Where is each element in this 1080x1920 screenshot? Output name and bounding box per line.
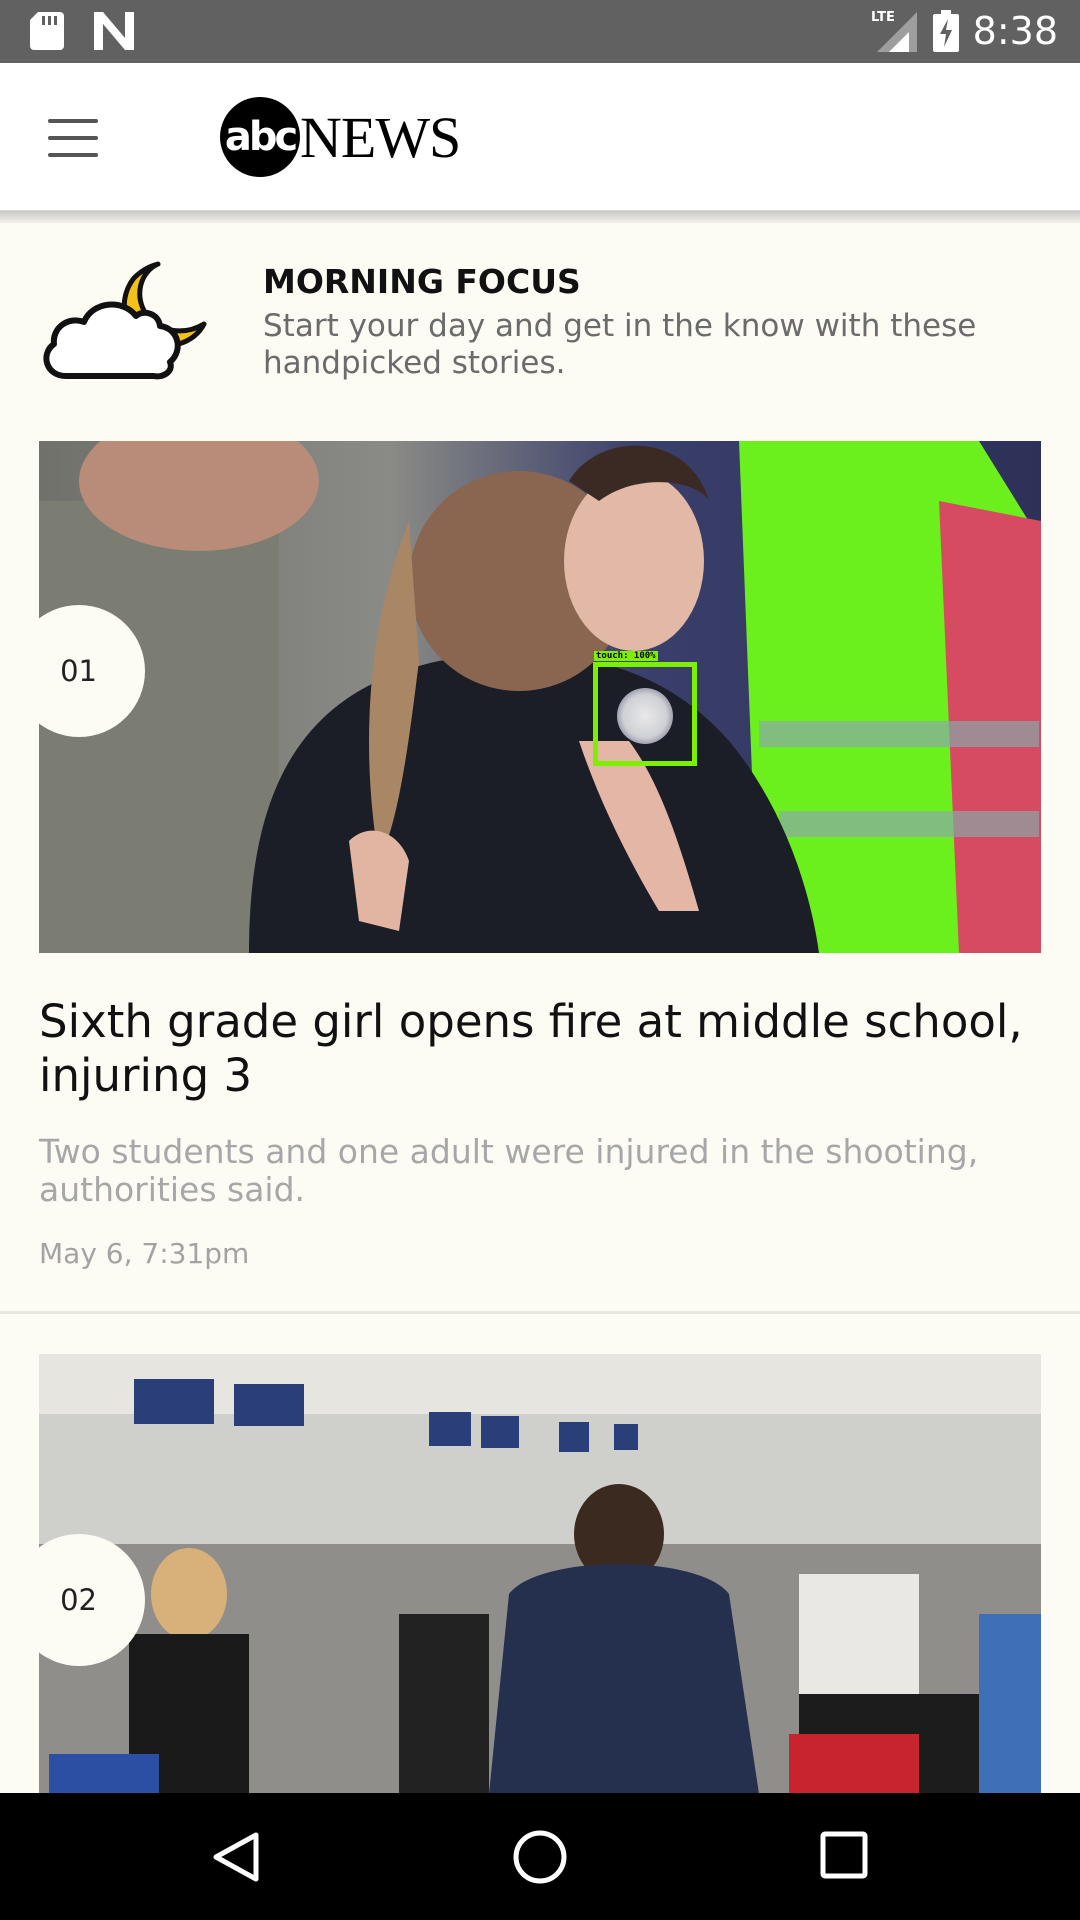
story-photo-airport — [39, 1354, 1041, 1794]
touch-indicator-label: touch: 100% — [594, 651, 658, 661]
hamburger-menu-icon[interactable] — [40, 113, 106, 163]
battery-charging-icon — [932, 10, 959, 52]
svg-text:LTE: LTE — [871, 10, 895, 25]
story-photo-hug — [39, 441, 1041, 953]
story-divider — [0, 1311, 1080, 1314]
app-bar: abc NEWS — [0, 63, 1080, 211]
n-icon — [94, 12, 134, 50]
sd-card-icon — [30, 12, 64, 50]
moon-cloud-icon — [43, 261, 207, 380]
morning-focus-header: MORNING FOCUS Start your day and get in … — [0, 224, 1080, 414]
status-bar: LTE 8:38 — [0, 0, 1080, 63]
touch-indicator-box — [593, 662, 697, 766]
logo-news: NEWS — [300, 104, 461, 170]
back-icon[interactable] — [212, 1831, 260, 1883]
status-right-icons: LTE 8:38 — [871, 8, 1058, 54]
logo-abc: abc — [220, 97, 300, 177]
story-image-2[interactable]: 02 — [39, 1354, 1041, 1794]
section-title: MORNING FOCUS — [263, 262, 581, 301]
story-image-1[interactable]: 01 — [39, 441, 1041, 953]
recents-icon[interactable] — [820, 1831, 868, 1879]
status-time: 8:38 — [972, 9, 1058, 53]
navigation-bar — [0, 1793, 1080, 1920]
story-headline-1[interactable]: Sixth grade girl opens fire at middle sc… — [39, 995, 1049, 1103]
lte-signal-icon: LTE — [871, 10, 917, 52]
story-description-1: Two students and one adult were injured … — [39, 1132, 979, 1209]
section-subtitle: Start your day and get in the know with … — [263, 308, 977, 381]
home-icon[interactable] — [512, 1829, 568, 1885]
app-bar-shadow — [0, 211, 1080, 223]
story-date-1: May 6, 7:31pm — [39, 1237, 250, 1270]
abc-news-logo[interactable]: abc NEWS — [220, 97, 461, 177]
status-left-icons — [30, 12, 134, 50]
